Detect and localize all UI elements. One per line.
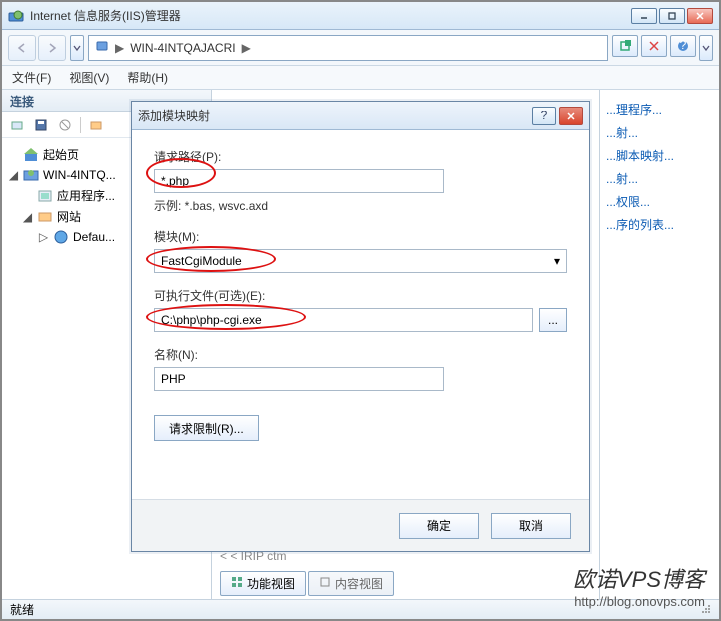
action-link[interactable]: ...序的列表... [606, 213, 713, 236]
tab-content-view[interactable]: 内容视图 [308, 571, 394, 596]
request-limits-button[interactable]: 请求限制(R)... [154, 415, 259, 441]
connect-icon[interactable] [8, 116, 26, 134]
home-icon [23, 147, 39, 163]
iis-app-icon [8, 8, 24, 24]
menu-file[interactable]: 文件(F) [12, 69, 51, 86]
collapse-icon[interactable]: ◢ [8, 170, 19, 181]
collapse-icon[interactable]: ◢ [22, 211, 33, 222]
svg-text:?: ? [541, 111, 548, 121]
help-button[interactable]: ? [670, 35, 696, 57]
menu-help[interactable]: 帮助(H) [127, 69, 168, 86]
delete-icon[interactable] [56, 116, 74, 134]
dialog-titlebar: 添加模块映射 ? [132, 102, 589, 130]
window-title: Internet 信息服务(IIS)管理器 [30, 7, 631, 24]
add-module-mapping-dialog: 添加模块映射 ? 请求路径(P): 示例: *.bas, wsvc.axd 模块… [131, 101, 590, 552]
stop-button[interactable] [641, 35, 667, 57]
history-dropdown[interactable] [70, 35, 84, 61]
tree-label: 起始页 [43, 146, 79, 163]
help-dropdown[interactable] [699, 35, 713, 61]
site-icon [53, 229, 69, 245]
chevron-right-icon: ▶ [115, 41, 124, 55]
apppool-icon [37, 188, 53, 204]
tree-label: 应用程序... [57, 187, 115, 204]
mapping-name-input[interactable] [154, 367, 444, 391]
tab-feature-view[interactable]: 功能视图 [220, 571, 306, 596]
module-selected-value: FastCgiModule [161, 254, 242, 268]
module-select[interactable]: FastCgiModule ▾ [154, 249, 567, 273]
watermark: 欧诺VPS博客 http://blog.onovps.com [573, 562, 705, 609]
action-link[interactable]: ...脚本映射... [606, 144, 713, 167]
close-button[interactable] [687, 8, 713, 24]
breadcrumb[interactable]: ▶ WIN-4INTQAJACRI ▶ [88, 35, 608, 61]
browse-executable-button[interactable]: ... [539, 308, 567, 332]
dialog-title: 添加模块映射 [138, 107, 532, 124]
tab-label: 功能视图 [247, 575, 295, 592]
status-text: 就绪 [10, 601, 34, 618]
watermark-title: 欧诺VPS博客 [573, 562, 705, 594]
breadcrumb-server[interactable]: WIN-4INTQAJACRI [130, 41, 235, 55]
feature-view-icon [231, 576, 243, 591]
example-hint: 示例: *.bas, wsvc.axd [154, 197, 567, 214]
menu-bar: 文件(F) 视图(V) 帮助(H) [2, 66, 719, 90]
request-path-input[interactable] [154, 169, 444, 193]
executable-input[interactable] [154, 308, 533, 332]
window-titlebar: Internet 信息服务(IIS)管理器 [2, 2, 719, 30]
address-bar: ▶ WIN-4INTQAJACRI ▶ ? [2, 30, 719, 66]
content-view-icon [319, 576, 331, 591]
dialog-footer: 确定 取消 [132, 499, 589, 551]
forward-button[interactable] [38, 35, 66, 61]
action-link[interactable]: ...射... [606, 167, 713, 190]
svg-text:?: ? [680, 40, 687, 52]
ok-button[interactable]: 确定 [399, 513, 479, 539]
sites-icon [37, 209, 53, 225]
label-request-path: 请求路径(P): [154, 148, 567, 165]
action-link[interactable]: ...理程序... [606, 98, 713, 121]
tab-label: 内容视图 [335, 575, 383, 592]
server-icon [23, 167, 39, 183]
save-icon[interactable] [32, 116, 50, 134]
label-name: 名称(N): [154, 346, 567, 363]
action-link[interactable]: ...射... [606, 121, 713, 144]
back-button[interactable] [8, 35, 36, 61]
watermark-url: http://blog.onovps.com [573, 594, 705, 609]
tree-label: 网站 [57, 208, 81, 225]
refresh-split-button[interactable] [612, 35, 638, 57]
menu-view[interactable]: 视图(V) [69, 69, 109, 86]
minimize-button[interactable] [631, 8, 657, 24]
dialog-close-button[interactable] [559, 107, 583, 125]
tree-label: WIN-4INTQ... [43, 168, 116, 182]
chevron-down-icon: ▾ [554, 254, 560, 268]
server-icon [95, 39, 109, 56]
maximize-button[interactable] [659, 8, 685, 24]
expand-icon[interactable]: ▷ [38, 232, 49, 243]
label-executable: 可执行文件(可选)(E): [154, 287, 567, 304]
up-level-icon[interactable] [87, 116, 105, 134]
dialog-help-button[interactable]: ? [532, 107, 556, 125]
label-module: 模块(M): [154, 228, 567, 245]
chevron-right-icon: ▶ [242, 41, 251, 55]
actions-pane: ...理程序... ...射... ...脚本映射... ...射... ...… [599, 90, 719, 599]
action-link[interactable]: ...权限... [606, 190, 713, 213]
tree-label: Defau... [73, 230, 115, 244]
cancel-button[interactable]: 取消 [491, 513, 571, 539]
